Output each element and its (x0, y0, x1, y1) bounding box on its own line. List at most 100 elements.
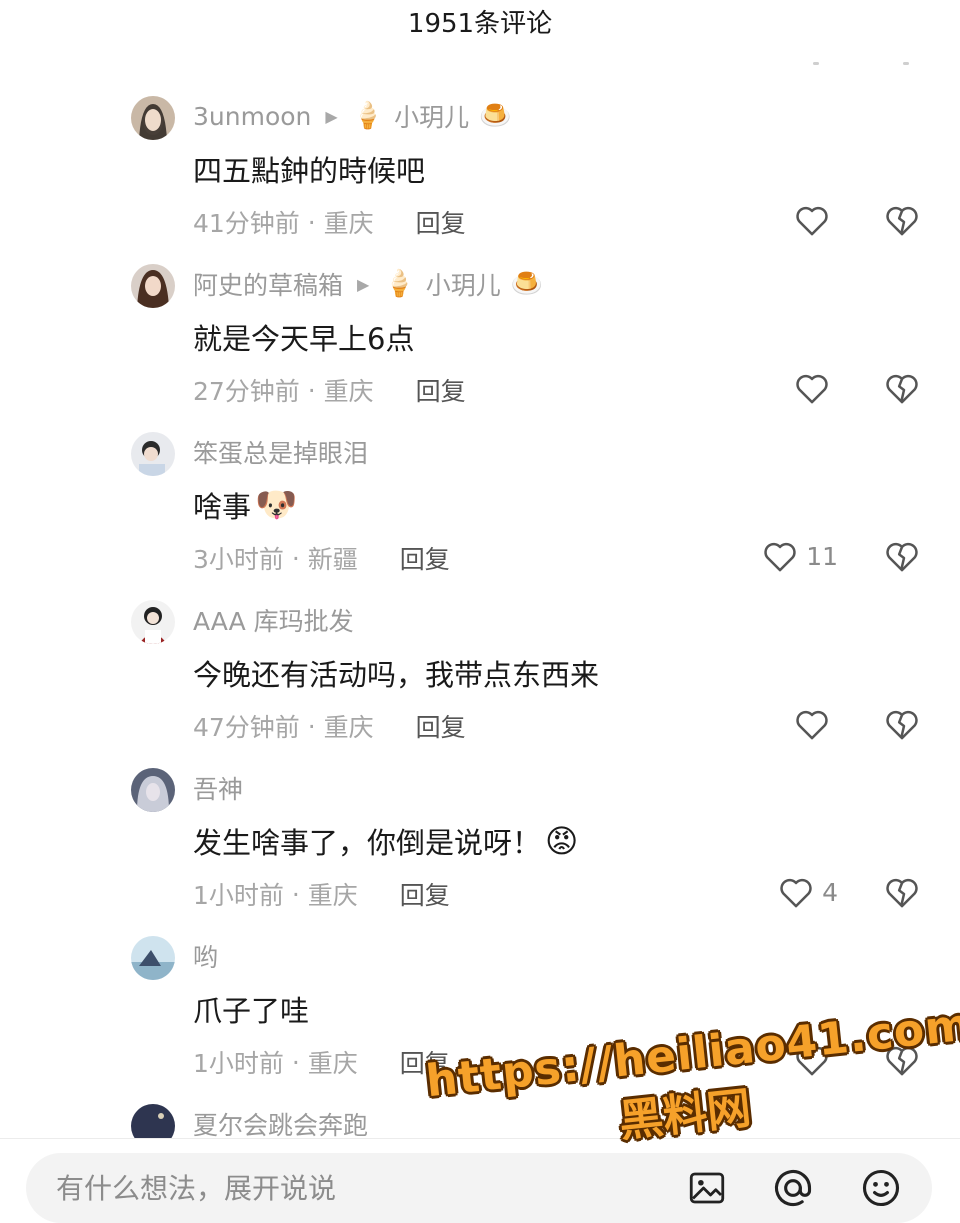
username-row: 3unmoon ▶ 🍦 小玥儿 🍮 (193, 96, 511, 136)
reply-button[interactable]: 回复 (400, 540, 450, 576)
comment-body: 今晚还有活动吗，我带点东西来 (193, 658, 600, 692)
comment-meta: 41分钟前 · 重庆 回复 (193, 204, 466, 240)
broken-heart-icon (886, 542, 918, 572)
meta-separator: · (299, 207, 324, 237)
dislike-button[interactable] (880, 870, 924, 914)
dislike-button[interactable] (880, 198, 924, 242)
heart-icon (780, 878, 812, 908)
username[interactable]: AAA 库玛批发 (193, 602, 354, 638)
comment-meta: 47分钟前 · 重庆 回复 (193, 708, 466, 744)
username[interactable]: 夏尔会跳会奔跑 (193, 1106, 368, 1138)
mention-button[interactable] (770, 1165, 816, 1211)
dog-emoji-icon: 🐶 (255, 485, 298, 525)
avatar[interactable] (131, 432, 175, 476)
comment-time: 1小时前 (193, 881, 284, 910)
like-button[interactable]: 4 (776, 870, 838, 914)
comment-location: 新疆 (307, 545, 358, 574)
dislike-button[interactable] (880, 534, 924, 578)
ice-cream-icon: 🍦 (351, 101, 385, 131)
username-row: 阿史的草稿箱 ▶ 🍦 小玥儿 🍮 (193, 264, 543, 304)
comment-location: 重庆 (323, 377, 374, 406)
username[interactable]: 3unmoon (193, 102, 311, 131)
comments-header: 1951条评论 (0, 0, 960, 60)
comment-count-title: 1951条评论 (407, 8, 553, 39)
reply-button[interactable]: 回复 (416, 372, 466, 408)
comment-location: 重庆 (307, 881, 358, 910)
avatar[interactable] (131, 768, 175, 812)
avatar[interactable] (131, 264, 175, 308)
meta-separator: · (283, 879, 308, 909)
heart-icon (764, 542, 796, 572)
username-row: AAA 库玛批发 (193, 600, 354, 640)
reply-to-username[interactable]: 小玥儿 (426, 266, 501, 302)
comment-time: 3小时前 (193, 545, 284, 574)
username-row: 吾神 (193, 768, 243, 808)
comment-text: 就是今天早上6点 (193, 316, 414, 358)
avatar[interactable] (131, 936, 175, 980)
comment-body: 爪子了哇 (193, 994, 310, 1028)
username[interactable]: 吾神 (193, 770, 243, 806)
divider (903, 62, 909, 65)
broken-heart-icon (886, 206, 918, 236)
meta-separator: · (299, 711, 324, 741)
comment-body: 就是今天早上6点 (193, 322, 415, 356)
emoji-button[interactable] (858, 1165, 904, 1211)
reply-button[interactable]: 回复 (416, 708, 466, 744)
reply-arrow-icon: ▶ (357, 274, 370, 294)
comment-body: 发生啥事了，你倒是说呀！ (193, 826, 542, 860)
username-row: 笨蛋总是掉眼泪 (193, 432, 368, 472)
pudding-icon: 🍮 (510, 269, 544, 299)
like-button[interactable]: 11 (760, 534, 838, 578)
like-button[interactable] (792, 702, 838, 746)
comment-item: 笨蛋总是掉眼泪 啥事 🐶 3小时前 · 新疆 回复 11 (0, 432, 960, 600)
avatar[interactable] (131, 600, 175, 644)
comment-meta: 27分钟前 · 重庆 回复 (193, 372, 466, 408)
heart-icon (796, 374, 828, 404)
ice-cream-icon: 🍦 (383, 269, 416, 299)
reply-arrow-icon: ▶ (325, 106, 338, 126)
dislike-button[interactable] (880, 366, 924, 410)
avatar[interactable] (131, 1104, 175, 1138)
avatar[interactable] (131, 96, 175, 140)
username[interactable]: 哟 (193, 938, 218, 974)
comment-text: 发生啥事了，你倒是说呀！ 😡 (193, 820, 578, 862)
comment-text: 爪子了哇 (193, 988, 309, 1030)
comment-meta: 1小时前 · 重庆 回复 (193, 876, 450, 912)
broken-heart-icon (886, 710, 918, 740)
reply-button[interactable]: 回复 (400, 876, 450, 912)
comment-meta: 1小时前 · 重庆 回复 (193, 1044, 450, 1080)
meta-separator: · (299, 375, 324, 405)
comment-location: 重庆 (307, 1049, 358, 1078)
emoji-face-icon (862, 1169, 900, 1207)
heart-icon (796, 710, 828, 740)
comment-item: 3unmoon ▶ 🍦 小玥儿 🍮 四五點鈡的時候吧 41分钟前 · 重庆 回复 (0, 96, 960, 264)
comment-meta: 3小时前 · 新疆 回复 (193, 540, 450, 576)
like-button[interactable] (792, 198, 838, 242)
comment-body: 四五點鈡的時候吧 (193, 154, 426, 188)
comment-text: 今晚还有活动吗，我带点东西来 (193, 652, 599, 694)
username[interactable]: 阿史的草稿箱 (193, 266, 343, 302)
comment-text: 啥事 🐶 (193, 484, 297, 526)
comment-location: 重庆 (323, 209, 374, 238)
comment-item: AAA 库玛批发 今晚还有活动吗，我带点东西来 47分钟前 · 重庆 回复 (0, 600, 960, 768)
like-button[interactable] (792, 366, 838, 410)
like-count: 11 (806, 541, 838, 571)
username-row: 哟 (193, 936, 218, 976)
comment-item: 吾神 发生啥事了，你倒是说呀！ 😡 1小时前 · 重庆 回复 4 (0, 768, 960, 936)
broken-heart-icon (886, 374, 918, 404)
reply-button[interactable]: 回复 (416, 204, 466, 240)
meta-separator: · (283, 543, 308, 573)
divider (813, 62, 819, 65)
heart-icon (796, 206, 828, 236)
angry-face-icon: 😡 (545, 822, 579, 860)
comment-time: 1小时前 (193, 1049, 284, 1078)
dislike-button[interactable] (880, 702, 924, 746)
like-count: 4 (822, 877, 838, 907)
broken-heart-icon (886, 878, 918, 908)
comment-location: 重庆 (323, 713, 374, 742)
comment-time: 41分钟前 (193, 209, 300, 238)
reply-to-username[interactable]: 小玥儿 (394, 98, 469, 134)
meta-separator: · (283, 1047, 308, 1077)
username[interactable]: 笨蛋总是掉眼泪 (193, 434, 368, 470)
comment-body: 啥事 (193, 490, 252, 524)
